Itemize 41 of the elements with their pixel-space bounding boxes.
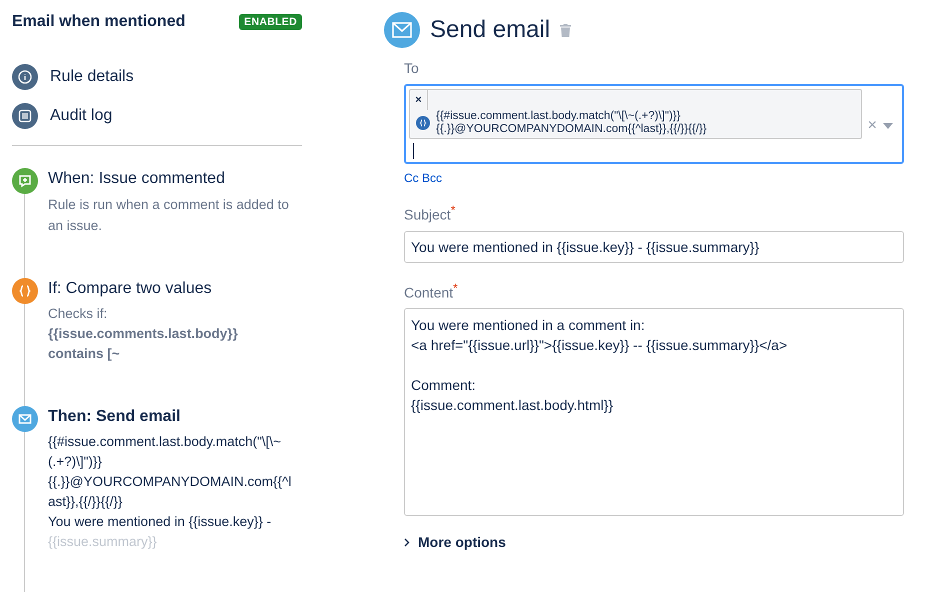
nav-link[interactable]: Audit log [12, 103, 302, 129]
more-options-toggle[interactable]: More options [404, 534, 904, 550]
step-description: Rule is run when a comment is added to an issue. [48, 196, 290, 235]
trash-icon[interactable] [560, 24, 572, 36]
step-title[interactable]: If: Compare two values [48, 280, 238, 298]
dropdown-caret-icon[interactable] [883, 123, 893, 129]
step-detail: ast}},{{/}}{{/}} [48, 493, 124, 511]
nav-link[interactable]: Rule details [12, 64, 302, 90]
chevron-icon [404, 538, 410, 547]
step-detail: {{issue.summary}} [48, 533, 158, 551]
status-lozenge: ENABLED [239, 14, 302, 30]
rule-title: Email when mentioned [12, 13, 186, 31]
subject-field[interactable]: You were mentioned in {{issue.key}} - {{issue.summary}} [404, 230, 904, 263]
braces-icon [12, 278, 38, 304]
field-label: Subject$^{*}$ [404, 203, 456, 223]
step-detail: {{#issue.comment.last.body.match("\[\~ [48, 433, 282, 451]
envelope-icon [384, 12, 420, 48]
list-icon [12, 103, 38, 129]
step-detail: Checks if: [48, 305, 108, 323]
required-mark: * [450, 203, 456, 217]
content-field[interactable]: You were mentioned in a comment in: <a href="{{issue.url}}">{{issue.key}} -- {{issue.summary}}</a> Comment: {{issue.comment.last.body.html}} [404, 308, 904, 516]
step-detail: {{issue.comments.last.body}} [48, 325, 238, 343]
remove-chip-button[interactable]: × [410, 90, 428, 110]
info-icon [12, 64, 38, 90]
braces-icon [416, 116, 430, 130]
chip-text: {{.}}@YOURCOMPANYDOMAIN.com{{^last}},{{/}}{{/}} [436, 123, 707, 136]
step-title[interactable]: When: Issue commented [48, 170, 298, 188]
chip-text: {{#issue.comment.last.body.match("\[\~(.+?)\]")}} [436, 110, 682, 123]
step-detail: contains [~ [48, 345, 121, 363]
envelope-icon [12, 406, 38, 432]
comment-icon [12, 168, 38, 194]
step-detail: (.+?)\]")}} [48, 453, 103, 471]
field-label: To [404, 60, 420, 76]
step-title[interactable]: Then: Send email [48, 408, 292, 426]
field-label: Content$^{*}$ [404, 280, 459, 300]
step-detail: {{.}}@YOURCOMPANYDOMAIN.com{{^l [48, 473, 292, 491]
editor-title: Send email [430, 16, 550, 44]
required-mark: * [453, 280, 458, 295]
step-detail: You were mentioned in {{issue.key}} - [48, 513, 272, 531]
recipients-field[interactable]: × {{#issue.comment.last.body.match("\[\~(.+?)\]")}} {{.}}@YOURCOMPANYDOMAIN.com{{^last}},{{/}}{{/}} × [404, 84, 904, 164]
cc-bcc-link[interactable]: Cc Bcc [404, 171, 904, 185]
